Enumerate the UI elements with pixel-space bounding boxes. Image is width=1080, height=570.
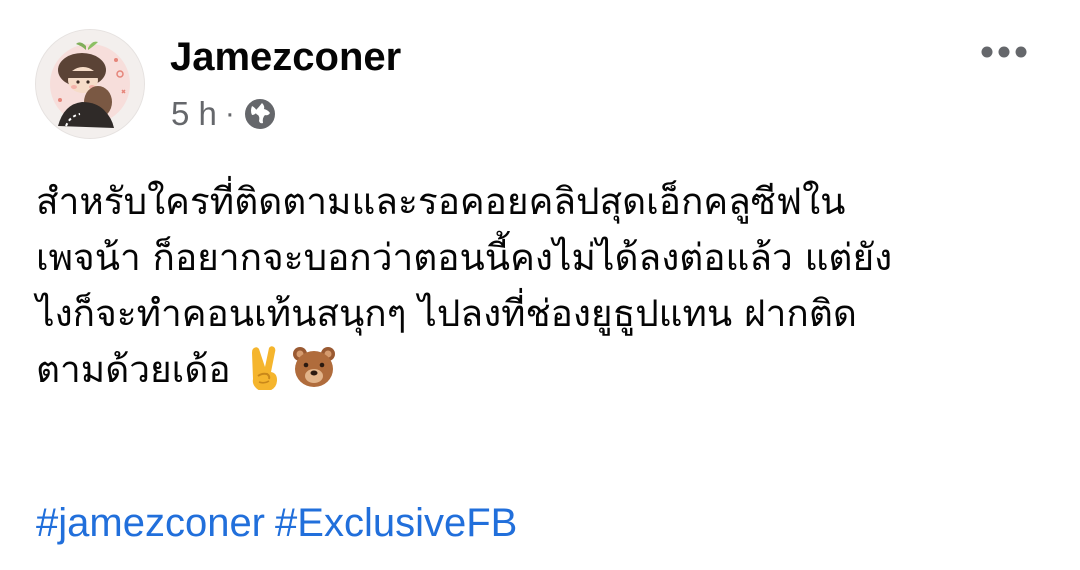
meta-separator: · <box>224 97 235 130</box>
hashtag-link[interactable]: #ExclusiveFB <box>275 501 517 545</box>
post-text-line: เพจน้า ก็อยากจะบอกว่าตอนนี้คงไม่ได้ลงต่อ… <box>36 236 893 279</box>
more-options-icon <box>981 46 1027 58</box>
post-text-line: ไงก็จะทำคอนเท้นสนุกๆ ไปลงที่ช่องยูธูปแทน… <box>36 292 857 335</box>
post-text-line: ตามด้วยเด้อ <box>36 348 231 391</box>
victory-hand-emoji-icon <box>245 344 285 406</box>
profile-avatar-icon <box>36 30 144 138</box>
hashtag-row: #jamezconer #ExclusiveFB <box>36 498 527 548</box>
feed-post: Jamezconer 5 h · สำหรับใครที่ติดตามและรอ… <box>0 0 1080 570</box>
more-options-button[interactable] <box>972 30 1036 74</box>
bear-face-emoji-icon <box>291 344 337 406</box>
emoji-row <box>245 344 337 406</box>
author-avatar[interactable] <box>35 29 145 139</box>
post-text-line-last: ตามด้วยเด้อ <box>36 342 1056 398</box>
post-meta: 5 h · <box>171 92 277 136</box>
post-timestamp[interactable]: 5 h <box>171 95 217 133</box>
globe-icon[interactable] <box>243 97 277 131</box>
author-name[interactable]: Jamezconer <box>170 34 401 80</box>
hashtag-link[interactable]: #jamezconer <box>36 501 265 545</box>
post-body: สำหรับใครที่ติดตามและรอคอยคลิปสุดเอ็กคลู… <box>36 174 1056 398</box>
post-text-line: สำหรับใครที่ติดตามและรอคอยคลิปสุดเอ็กคลู… <box>36 180 846 223</box>
